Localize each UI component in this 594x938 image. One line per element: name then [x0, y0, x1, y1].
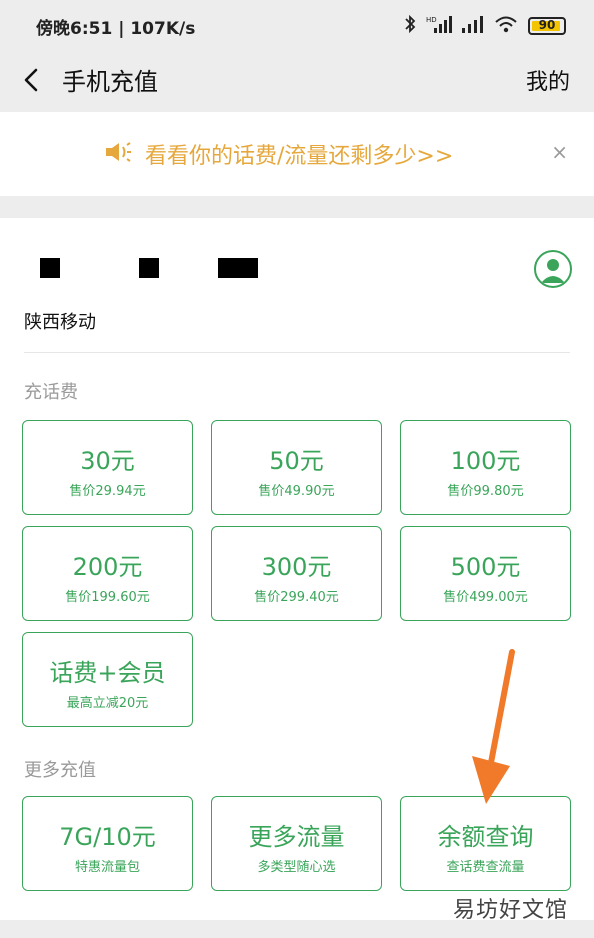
page-title: 手机充值 — [62, 68, 158, 96]
redacted-block — [218, 258, 258, 278]
option-price: 售价99.80元 — [447, 484, 524, 499]
operator-label: 陕西移动 — [24, 312, 96, 333]
recharge-option[interactable]: 100元 售价99.80元 — [400, 420, 571, 515]
option-amount: 100元 — [450, 447, 521, 475]
chevron-left-icon — [16, 68, 48, 100]
option-subtitle: 查话费查流量 — [446, 860, 525, 875]
nav-bar: 手机充值 我的 — [0, 52, 594, 112]
battery-icon: 90 — [528, 17, 566, 35]
wifi-icon — [494, 14, 518, 38]
option-price: 售价299.40元 — [254, 590, 339, 605]
divider — [24, 352, 570, 353]
hd-signal-icon: HD — [426, 14, 452, 38]
recharge-option-membership[interactable]: 话费+会员 最高立减20元 — [22, 632, 193, 727]
option-title: 余额查询 — [437, 823, 534, 851]
redacted-block — [139, 258, 159, 278]
data-pack-option[interactable]: 7G/10元 特惠流量包 — [22, 796, 193, 891]
option-title: 更多流量 — [248, 823, 345, 851]
option-amount: 话费+会员 — [49, 659, 166, 687]
status-icons: HD 90 — [404, 14, 566, 38]
speaker-icon — [104, 140, 132, 168]
signal-icon — [462, 14, 484, 38]
balance-banner[interactable]: 看看你的话费/流量还剩多少>> × — [0, 112, 594, 196]
option-price: 最高立减20元 — [66, 696, 149, 711]
recharge-option[interactable]: 200元 售价199.60元 — [22, 526, 193, 621]
recharge-card: 陕西移动 充话费 30元 售价29.94元 50元 售价49.90元 100元 … — [0, 218, 594, 920]
option-title: 7G/10元 — [59, 823, 156, 851]
back-button[interactable] — [16, 64, 48, 96]
option-subtitle: 多类型随心选 — [257, 860, 336, 875]
option-price: 售价49.90元 — [258, 484, 335, 499]
banner-text[interactable]: 看看你的话费/流量还剩多少>> — [145, 138, 453, 170]
recharge-option[interactable]: 300元 售价299.40元 — [211, 526, 382, 621]
option-price: 售价199.60元 — [65, 590, 150, 605]
option-amount: 200元 — [72, 553, 143, 581]
arrow-annotation-icon — [464, 646, 524, 812]
watermark: 易坊好文馆 — [452, 898, 568, 923]
section-title-more: 更多充值 — [24, 760, 96, 781]
recharge-option[interactable]: 50元 售价49.90元 — [211, 420, 382, 515]
section-title-recharge: 充话费 — [24, 382, 78, 403]
mine-link[interactable]: 我的 — [526, 64, 570, 96]
status-time-speed: 傍晚6:51 | 107K/s — [36, 19, 196, 39]
option-subtitle: 特惠流量包 — [74, 860, 140, 875]
battery-level: 90 — [538, 18, 556, 32]
option-amount: 30元 — [80, 447, 135, 475]
close-icon[interactable]: × — [551, 140, 568, 164]
status-bar: 傍晚6:51 | 107K/s HD 90 — [0, 0, 594, 52]
more-data-option[interactable]: 更多流量 多类型随心选 — [211, 796, 382, 891]
option-price: 售价29.94元 — [69, 484, 146, 499]
bluetooth-icon — [404, 14, 416, 38]
redacted-block — [40, 258, 60, 278]
recharge-option[interactable]: 500元 售价499.00元 — [400, 526, 571, 621]
user-icon — [536, 259, 570, 286]
option-amount: 50元 — [269, 447, 324, 475]
option-amount: 300元 — [261, 553, 332, 581]
svg-text:HD: HD — [426, 16, 437, 24]
recharge-option[interactable]: 30元 售价29.94元 — [22, 420, 193, 515]
option-price: 售价499.00元 — [443, 590, 528, 605]
avatar[interactable] — [534, 250, 572, 288]
option-amount: 500元 — [450, 553, 521, 581]
